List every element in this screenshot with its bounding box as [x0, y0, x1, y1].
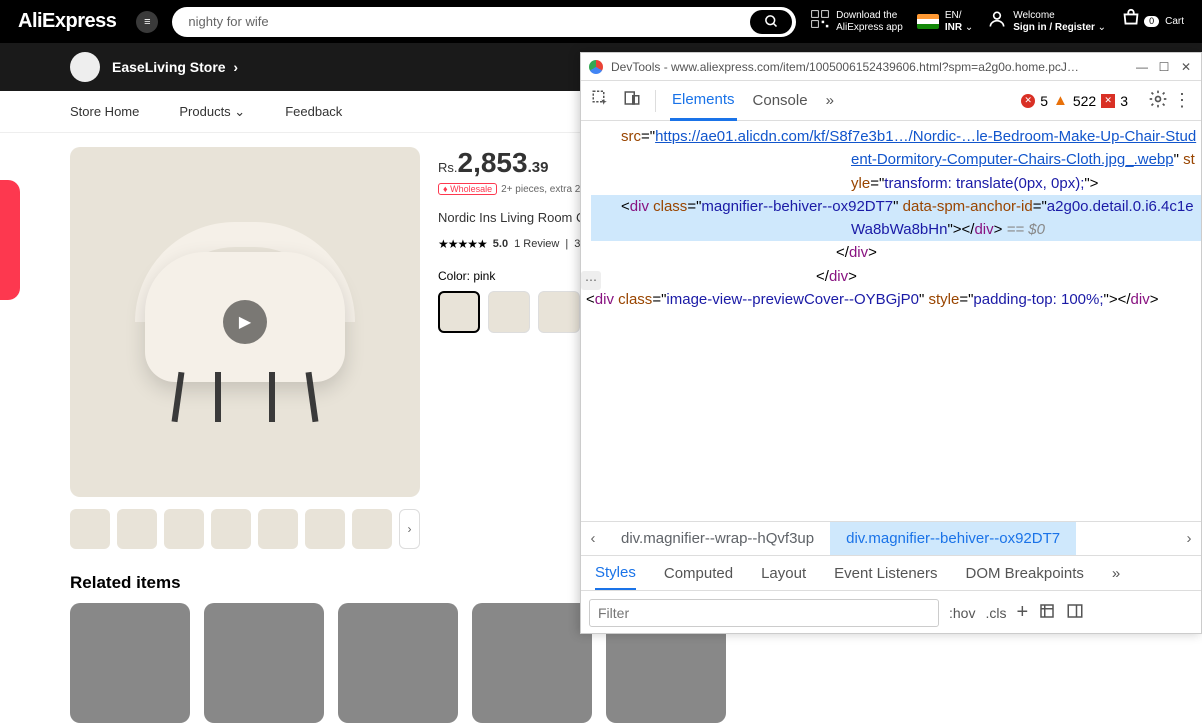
site-logo[interactable]: AliExpress — [18, 10, 116, 33]
account-menu[interactable]: WelcomeSign in / Register ⌄ — [987, 9, 1106, 35]
devtools-titlebar[interactable]: DevTools - www.aliexpress.com/item/10050… — [581, 53, 1201, 81]
device-toggle-icon[interactable] — [623, 89, 641, 112]
tab-console[interactable]: Console — [751, 81, 810, 121]
currency-label: INR — [945, 22, 962, 33]
download-label-1: Download the — [836, 10, 897, 21]
breadcrumb: ‹ div.magnifier--wrap--hQvf3up div.magni… — [581, 521, 1201, 555]
color-swatch[interactable] — [488, 291, 530, 333]
devtools-toolbar: Elements Console » ✕ 5 ▲ 522 ✕ 3 ⋮ — [581, 81, 1201, 121]
error-icon[interactable]: ✕ — [1021, 94, 1035, 108]
search-button[interactable] — [750, 10, 792, 34]
hov-toggle[interactable]: :hov — [949, 605, 975, 621]
tab-layout[interactable]: Layout — [761, 565, 806, 582]
crumb-prev[interactable]: ‹ — [581, 530, 605, 547]
play-video-button[interactable]: ▶ — [223, 300, 267, 344]
tab-more[interactable]: » — [824, 81, 836, 121]
lang-label: EN/ — [945, 10, 962, 21]
cart-link[interactable]: 0 Cart — [1120, 8, 1184, 36]
thumbnail[interactable] — [258, 509, 298, 549]
crumb-item[interactable]: div.magnifier--wrap--hQvf3up — [605, 522, 830, 555]
tab-elements[interactable]: Elements — [670, 81, 737, 121]
tab-more-styles[interactable]: » — [1112, 565, 1120, 582]
categories-icon[interactable]: ≡ — [136, 11, 158, 33]
main-product-image[interactable]: ▶ — [70, 147, 420, 497]
minimize-button[interactable]: — — [1135, 60, 1149, 74]
review-count: 1 Review — [514, 238, 559, 250]
thumbnail[interactable] — [117, 509, 157, 549]
devtools-window: DevTools - www.aliexpress.com/item/10050… — [580, 52, 1202, 634]
related-item[interactable] — [70, 603, 190, 723]
collapse-toggle[interactable]: ⋯ — [581, 271, 601, 290]
tab-event-listeners[interactable]: Event Listeners — [834, 565, 937, 582]
elements-panel[interactable]: ⋯ src="https://ae01.alicdn.com/kf/S8f7e3… — [581, 121, 1201, 521]
region-selector[interactable]: EN/INR ⌄ — [917, 10, 973, 34]
nav-feedback[interactable]: Feedback — [285, 104, 342, 119]
thumbnails-next-button[interactable]: › — [399, 509, 420, 549]
inspect-icon[interactable] — [591, 89, 609, 112]
search-bar — [172, 7, 796, 37]
maximize-button[interactable]: ☐ — [1157, 60, 1171, 74]
cart-label: Cart — [1165, 16, 1184, 28]
kebab-menu-icon[interactable]: ⋮ — [1173, 90, 1191, 111]
thumbnail[interactable] — [164, 509, 204, 549]
cart-count: 0 — [1144, 16, 1159, 27]
stars-icon: ★★★★★ — [438, 237, 487, 251]
warning-icon[interactable]: ▲ — [1053, 92, 1068, 109]
issues-icon[interactable]: ✕ — [1101, 94, 1115, 108]
nav-products[interactable]: Products ⌄ — [179, 104, 245, 120]
warning-count[interactable]: 522 — [1073, 93, 1096, 109]
color-swatch[interactable] — [538, 291, 580, 333]
toggle-sidebar-icon[interactable] — [1066, 602, 1084, 623]
color-swatch[interactable] — [438, 291, 480, 333]
computed-styles-icon[interactable] — [1038, 602, 1056, 623]
cls-toggle[interactable]: .cls — [985, 605, 1006, 621]
top-header: AliExpress ≡ Download theAliExpress app … — [0, 0, 1202, 43]
rating-value: 5.0 — [493, 238, 508, 250]
thumbnail-strip: › — [70, 509, 420, 549]
side-promo-tab[interactable] — [0, 180, 20, 300]
devtools-title: DevTools - www.aliexpress.com/item/10050… — [611, 60, 1127, 74]
search-input[interactable] — [188, 14, 750, 29]
download-label-2: AliExpress app — [836, 22, 903, 33]
crumb-next[interactable]: › — [1177, 530, 1201, 547]
tab-computed[interactable]: Computed — [664, 565, 733, 582]
cart-icon — [1120, 8, 1142, 36]
thumbnail[interactable] — [211, 509, 251, 549]
styles-tabbar: Styles Computed Layout Event Listeners D… — [581, 555, 1201, 591]
related-item[interactable] — [472, 603, 592, 723]
related-item[interactable] — [338, 603, 458, 723]
new-style-rule-icon[interactable]: + — [1016, 601, 1028, 624]
store-name-link[interactable]: EaseLiving Store › — [112, 59, 238, 75]
tab-dom-breakpoints[interactable]: DOM Breakpoints — [966, 565, 1084, 582]
issues-count[interactable]: 3 — [1120, 93, 1128, 109]
store-avatar[interactable] — [70, 52, 100, 82]
qr-icon — [810, 9, 830, 35]
close-button[interactable]: ✕ — [1179, 60, 1193, 74]
welcome-label: Welcome — [1013, 10, 1055, 21]
chrome-icon — [589, 60, 603, 74]
crumb-item-selected[interactable]: div.magnifier--behiver--ox92DT7 — [830, 522, 1076, 555]
styles-filter-input[interactable] — [589, 599, 939, 627]
wholesale-badge: ♦ Wholesale — [438, 183, 497, 195]
related-item[interactable] — [204, 603, 324, 723]
app-download-link[interactable]: Download theAliExpress app — [810, 9, 903, 35]
product-gallery: ▶ › — [70, 147, 420, 549]
signin-label: Sign in / Register — [1013, 22, 1095, 33]
error-count[interactable]: 5 — [1040, 93, 1048, 109]
tab-styles[interactable]: Styles — [595, 556, 636, 590]
user-icon — [987, 9, 1007, 35]
thumbnail-video[interactable] — [70, 509, 110, 549]
thumbnail[interactable] — [352, 509, 392, 549]
styles-filter-row: :hov .cls + — [581, 591, 1201, 633]
nav-store-home[interactable]: Store Home — [70, 104, 139, 119]
thumbnail[interactable] — [305, 509, 345, 549]
flag-india-icon — [917, 14, 939, 29]
settings-icon[interactable] — [1148, 89, 1168, 112]
